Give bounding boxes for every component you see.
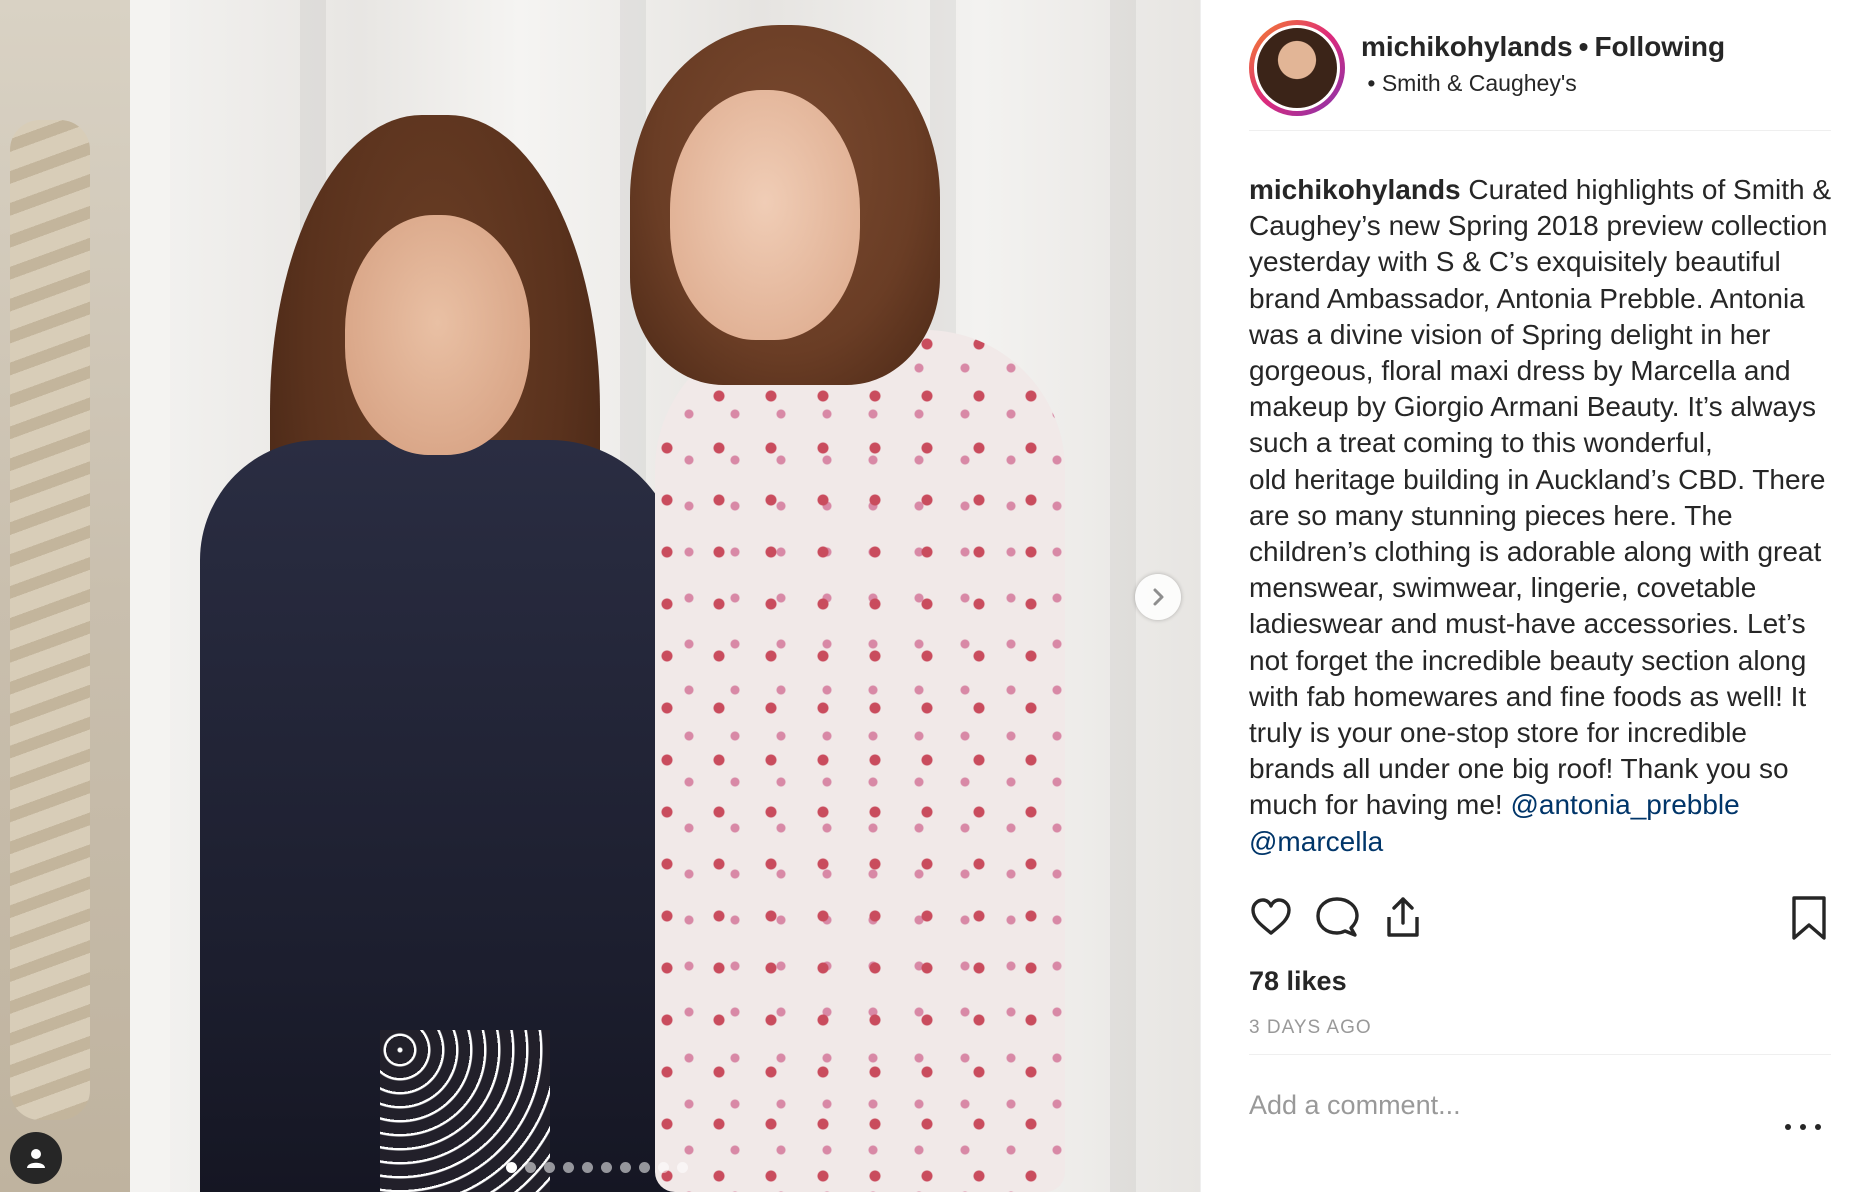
carousel-dot [506,1162,517,1173]
carousel-next-button[interactable] [1135,574,1181,620]
caption-text-part-1: Curated highlights of Smith & Caughey’s … [1249,174,1832,459]
carousel-indicator [506,1162,688,1173]
person-right-floral-dress [655,330,1065,1192]
comment-button[interactable] [1315,895,1359,944]
location-bullet: • [1367,70,1376,96]
tagged-users-button[interactable] [10,1132,62,1184]
post-timestamp: 3 DAYS AGO [1249,1017,1372,1038]
carousel-dot [563,1162,574,1173]
instagram-post: michikohylands • Following • Smith & Caugh… [0,0,1864,1192]
divider [1249,1054,1831,1055]
caption-text-part-2: old heritage building in Auckland’s CBD.… [1249,463,1826,821]
window-frame [130,0,170,1192]
share-icon [1387,897,1419,937]
mention-link[interactable]: @antonia_prebble [1510,789,1739,820]
user-tag-icon [27,1149,45,1168]
more-options-button[interactable] [1785,1124,1821,1136]
comment-input[interactable] [1249,1090,1749,1121]
person-right-face [670,90,860,340]
post-header: michikohylands • Following • Smith & Caugh… [1249,20,1831,131]
heart-icon [1251,898,1291,935]
share-button[interactable] [1381,895,1425,944]
comment-icon [1316,897,1359,937]
author-username[interactable]: michikohylands [1361,31,1573,62]
bookmark-icon [1792,896,1826,940]
location-line: • Smith & Caughey's [1361,70,1725,97]
person-left-face [345,215,530,455]
action-bar [1249,895,1829,951]
carousel-dot [677,1162,688,1173]
carousel-dot [601,1162,612,1173]
carousel-dot [620,1162,631,1173]
carousel-dot [582,1162,593,1173]
likes-count[interactable]: 78 likes [1249,966,1347,997]
like-button[interactable] [1249,895,1293,944]
carousel-dot [658,1162,669,1173]
post-caption: michikohylands Curated highlights of Smi… [1249,172,1839,876]
carousel-dot [525,1162,536,1173]
avatar[interactable] [1249,20,1345,116]
stone-column [10,120,90,1120]
post-side-panel: michikohylands • Following • Smith & Caugh… [1200,0,1864,1192]
location-link[interactable]: Smith & Caughey's [1382,70,1577,96]
more-options-icon [1785,1124,1791,1130]
chevron-right-icon [1153,588,1164,606]
carousel-dot [639,1162,650,1173]
following-button[interactable]: Following [1594,31,1725,62]
post-photo[interactable] [0,0,1200,1192]
mention-link[interactable]: @marcella [1249,826,1383,857]
header-separator: • [1578,31,1589,62]
save-button[interactable] [1789,895,1829,946]
avatar-image [1254,25,1340,111]
carousel-dot [544,1162,555,1173]
caption-username[interactable]: michikohylands [1249,174,1461,205]
